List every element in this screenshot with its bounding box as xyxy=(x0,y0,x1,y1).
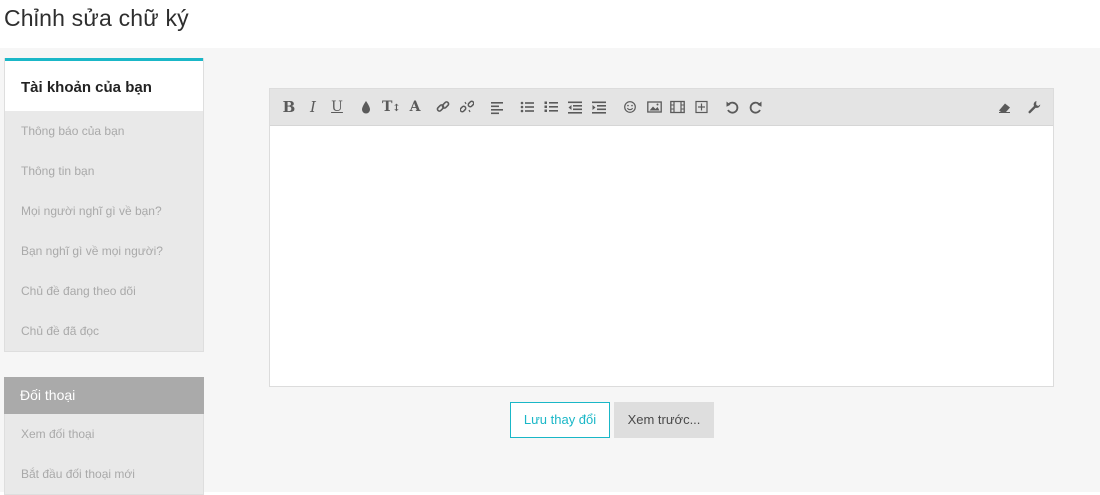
unlink-icon[interactable] xyxy=(460,98,474,116)
text-size-icon[interactable]: T↕ xyxy=(382,98,401,116)
indent-icon[interactable] xyxy=(592,98,606,116)
insert-icon[interactable] xyxy=(695,98,709,116)
save-button[interactable]: Lưu thay đổi xyxy=(510,402,610,438)
link-icon[interactable] xyxy=(436,98,450,116)
italic-icon[interactable]: I xyxy=(306,98,320,116)
outdent-icon[interactable] xyxy=(568,98,582,116)
redo-icon[interactable] xyxy=(749,98,763,116)
wrench-icon[interactable] xyxy=(1027,98,1041,116)
page-title: Chỉnh sửa chữ ký xyxy=(4,5,189,31)
preview-button[interactable]: Xem trước... xyxy=(614,402,714,438)
sidebar-item-new-conversation[interactable]: Bắt đầu đối thoại mới xyxy=(5,454,203,494)
smiley-icon[interactable] xyxy=(623,98,637,116)
eraser-icon[interactable] xyxy=(997,98,1012,116)
font-icon[interactable]: A xyxy=(408,98,422,116)
bold-icon[interactable]: B xyxy=(282,98,296,116)
sidebar-item-watched-threads[interactable]: Chủ đề đang theo dõi xyxy=(5,271,203,311)
numbered-list-icon[interactable] xyxy=(544,98,558,116)
image-icon[interactable] xyxy=(647,98,662,116)
sidebar-item-feedback-about-others[interactable]: Bạn nghĩ gì về mọi người? xyxy=(5,231,203,271)
bullet-list-icon[interactable] xyxy=(520,98,534,116)
media-icon[interactable] xyxy=(670,98,685,116)
sidebar-item-view-conversations[interactable]: Xem đối thoại xyxy=(5,414,203,454)
sidebar-heading-account[interactable]: Tài khoản của bạn xyxy=(5,58,203,111)
signature-editor: B I U T↕ A xyxy=(269,88,1054,387)
underline-icon[interactable]: U xyxy=(330,98,344,116)
sidebar-heading-conversations[interactable]: Đối thoại xyxy=(4,377,204,414)
sidebar-item-notifications[interactable]: Thông báo của bạn xyxy=(5,111,203,151)
text-size-letter: T xyxy=(382,99,393,115)
sidebar-item-profile-info[interactable]: Thông tin bạn xyxy=(5,151,203,191)
sidebar-item-read-threads[interactable]: Chủ đề đã đọc xyxy=(5,311,203,351)
undo-icon[interactable] xyxy=(725,98,739,116)
editor-toolbar: B I U T↕ A xyxy=(270,89,1053,126)
align-icon[interactable] xyxy=(490,98,504,116)
account-section: Tài khoản của bạn Thông báo của bạn Thôn… xyxy=(4,58,204,352)
sidebar: Tài khoản của bạn Thông báo của bạn Thôn… xyxy=(4,58,204,495)
signature-editor-body[interactable] xyxy=(270,126,1053,386)
color-drop-icon[interactable] xyxy=(360,98,374,116)
conversations-section: Xem đối thoại Bắt đầu đối thoại mới xyxy=(4,414,204,495)
sidebar-item-feedback-about-you[interactable]: Mọi người nghĩ gì về bạn? xyxy=(5,191,203,231)
